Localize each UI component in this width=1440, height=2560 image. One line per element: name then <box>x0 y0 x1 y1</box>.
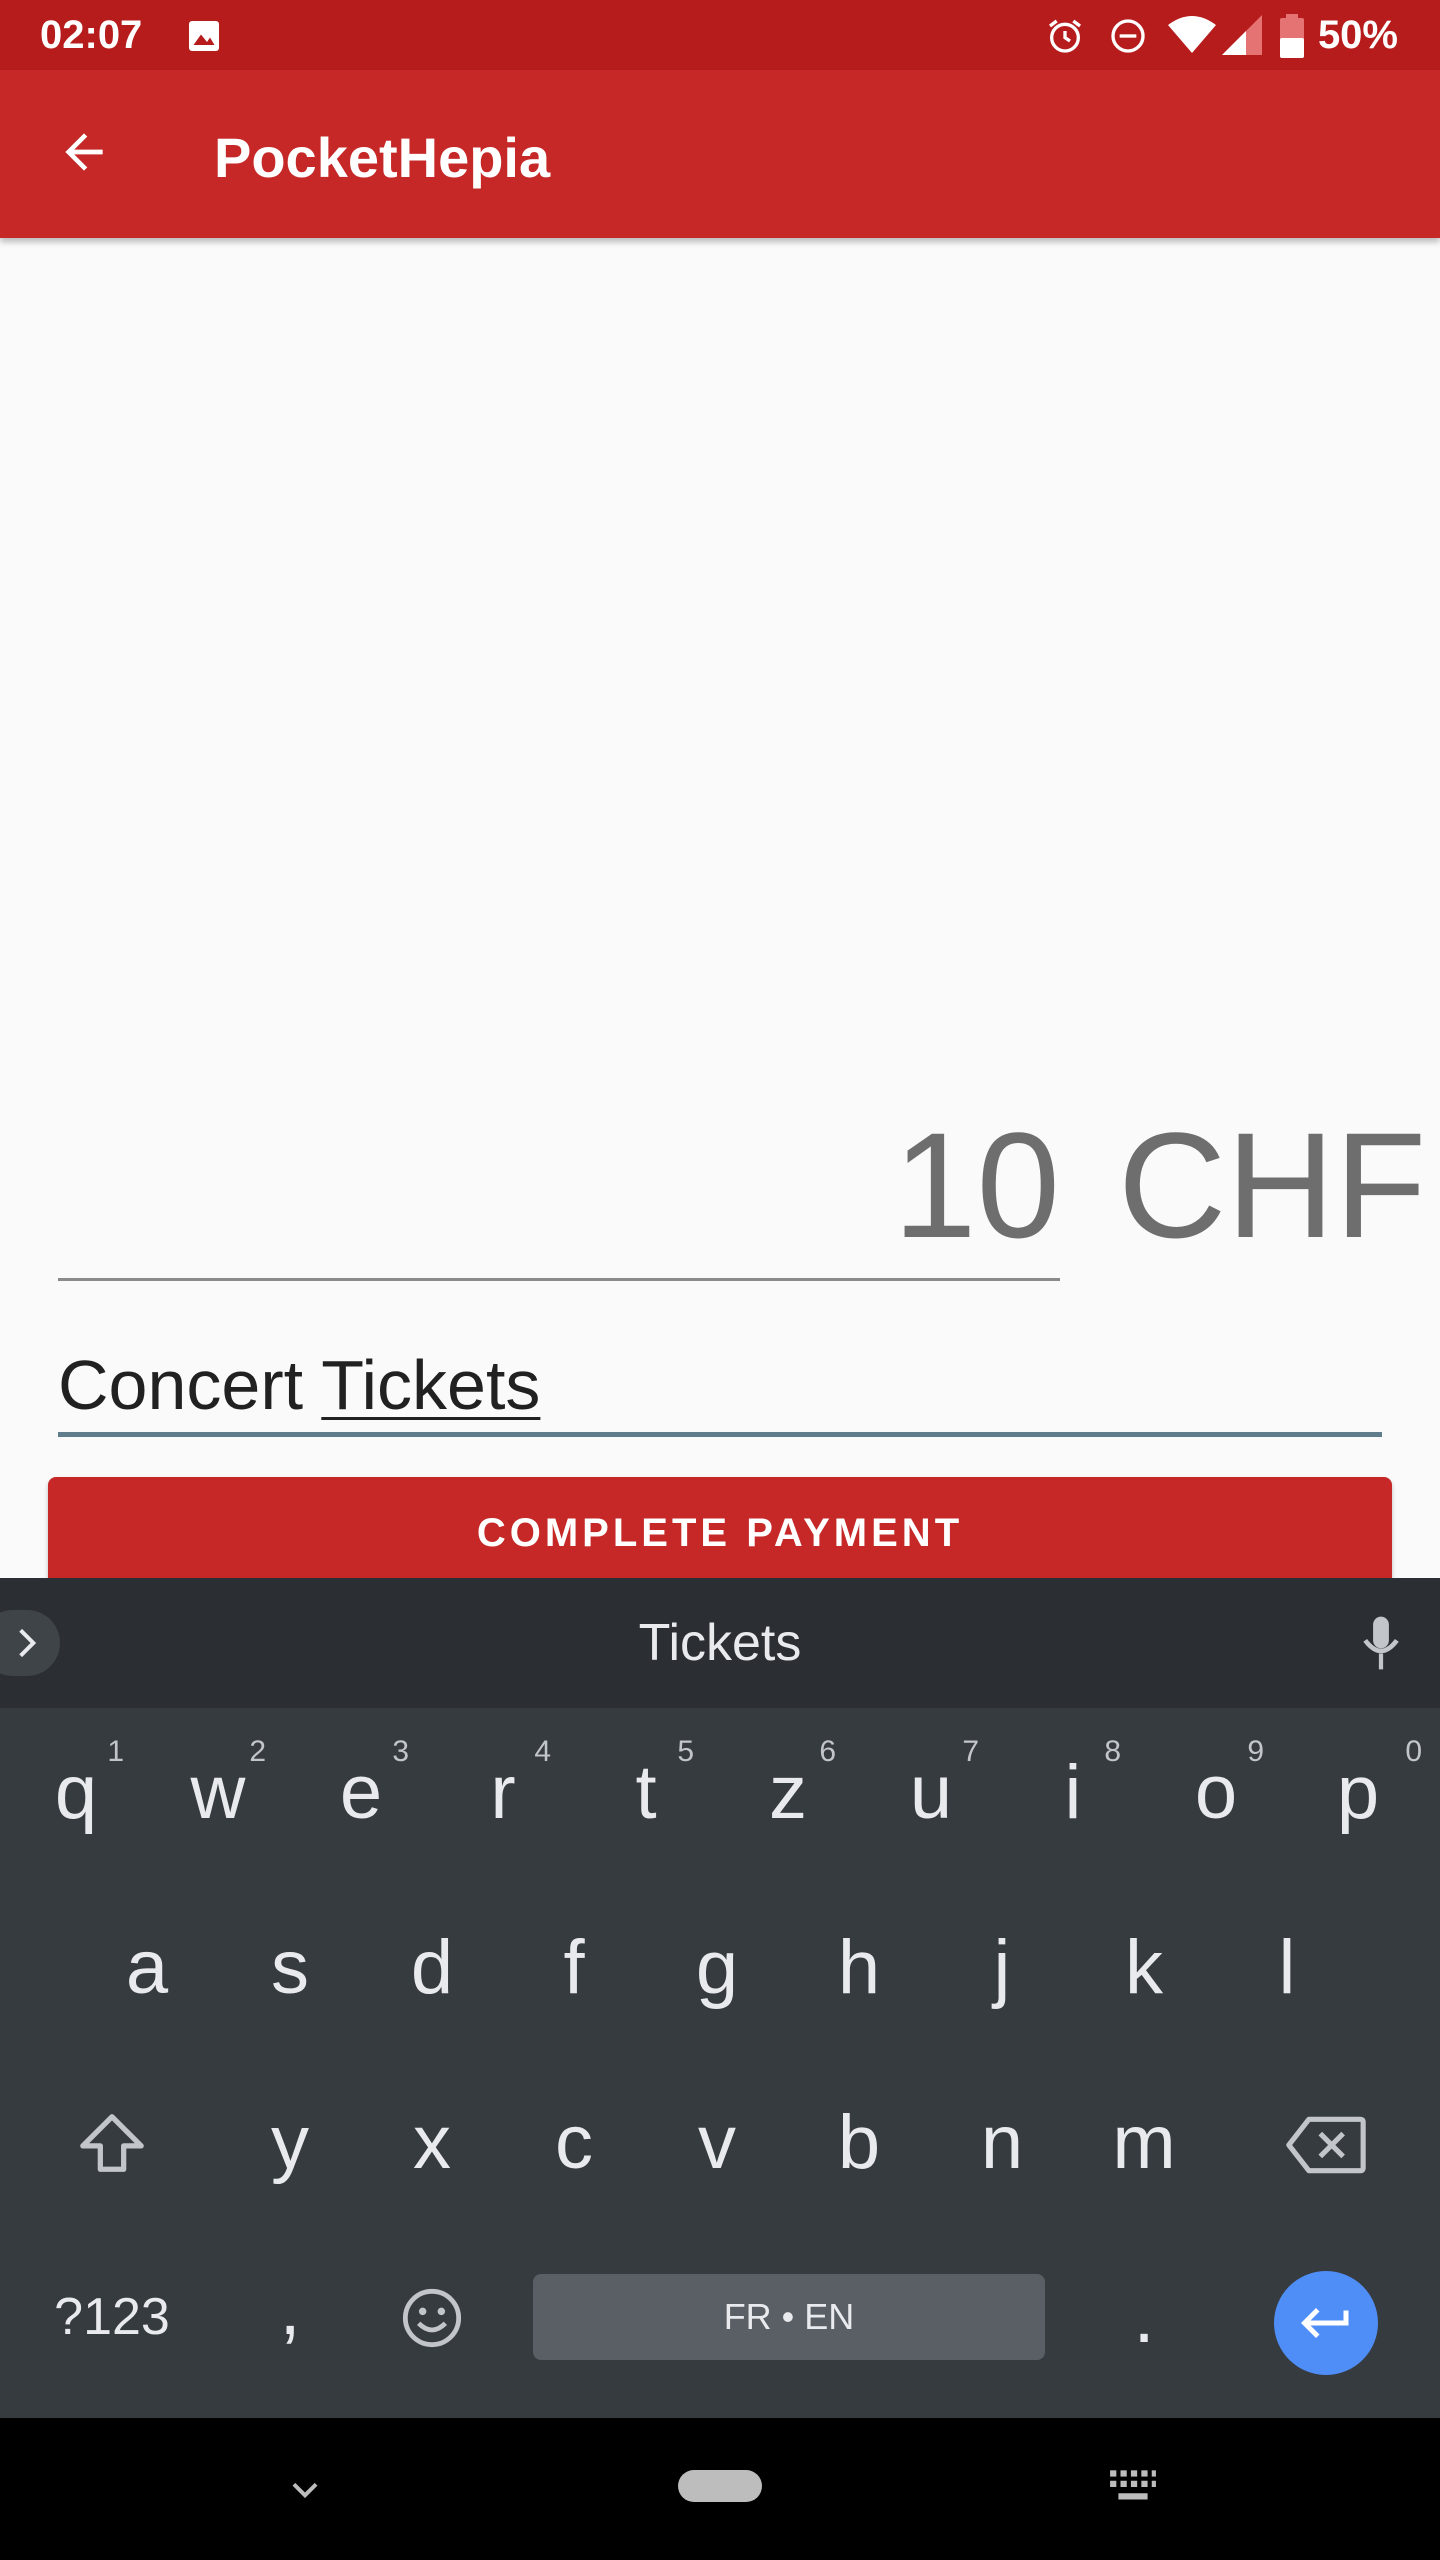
wifi-icon <box>1168 16 1216 53</box>
navigation-bar <box>0 2418 1440 2560</box>
suggestion-bar: Tickets <box>0 1578 1440 1708</box>
key-p[interactable]: p0 <box>1288 1735 1428 1848</box>
app-title: PocketHepia <box>214 126 551 189</box>
key-hint: 9 <box>1247 1735 1264 1768</box>
key-label: t <box>635 1750 657 1835</box>
comma-key[interactable]: , <box>220 2254 360 2364</box>
key-d[interactable]: d <box>362 1913 502 2023</box>
key-z[interactable]: z6 <box>718 1735 858 1848</box>
space-key[interactable]: FR • EN <box>533 2274 1045 2360</box>
key-y[interactable]: y <box>220 2088 360 2198</box>
signal-icon <box>1222 15 1262 55</box>
key-label: q <box>54 1750 98 1835</box>
microphone-icon[interactable] <box>1358 1614 1404 1672</box>
key-label: o <box>1194 1750 1238 1835</box>
key-hint: 1 <box>107 1735 124 1768</box>
status-time: 02:07 <box>40 13 143 57</box>
key-hint: 0 <box>1405 1735 1422 1768</box>
emoji-key[interactable] <box>362 2262 502 2372</box>
description-input[interactable]: Concert Tickets <box>58 1345 540 1425</box>
soft-keyboard: Tickets q1 w2 e3 r4 t5 z6 u7 i8 o9 p0 a … <box>0 1578 1440 2418</box>
key-label: p <box>1336 1750 1380 1835</box>
key-hint: 7 <box>962 1735 979 1768</box>
key-label: w <box>190 1750 246 1835</box>
amount-underline <box>58 1278 1060 1281</box>
status-bar: 02:07 50% <box>0 0 1440 70</box>
amount-input[interactable]: 10 <box>560 1100 1060 1270</box>
key-l[interactable]: l <box>1217 1913 1357 2023</box>
key-hint: 5 <box>677 1735 694 1768</box>
home-pill[interactable] <box>678 2470 762 2502</box>
enter-icon <box>1301 2308 1349 2338</box>
key-label: u <box>909 1750 953 1835</box>
arrow-back-icon[interactable] <box>56 124 112 180</box>
key-v[interactable]: v <box>647 2088 787 2198</box>
app-bar: PocketHepia <box>0 70 1440 238</box>
key-hint: 3 <box>392 1735 409 1768</box>
shift-icon <box>80 2114 144 2172</box>
image-icon <box>189 21 219 51</box>
backspace-icon <box>1286 2116 1366 2174</box>
chevron-down-icon[interactable] <box>286 2470 324 2508</box>
currency-label: CHF <box>1118 1101 1427 1269</box>
key-f[interactable]: f <box>504 1913 644 2023</box>
description-composing-word: Tickets <box>321 1346 541 1424</box>
key-label: i <box>1064 1750 1082 1835</box>
emoji-icon <box>402 2288 462 2348</box>
keyboard-switch-icon[interactable] <box>1108 2466 1158 2508</box>
key-o[interactable]: o9 <box>1146 1735 1286 1848</box>
description-text: Concert <box>58 1346 322 1424</box>
key-h[interactable]: h <box>789 1913 929 2023</box>
enter-key[interactable] <box>1274 2271 1378 2375</box>
key-m[interactable]: m <box>1074 2088 1214 2198</box>
key-c[interactable]: c <box>504 2088 644 2198</box>
key-q[interactable]: q1 <box>6 1735 146 1848</box>
do-not-disturb-icon <box>1111 19 1145 53</box>
suggestion-word[interactable]: Tickets <box>0 1578 1440 1708</box>
key-hint: 8 <box>1104 1735 1121 1768</box>
key-label: z <box>769 1750 807 1835</box>
key-k[interactable]: k <box>1074 1913 1214 2023</box>
key-x[interactable]: x <box>362 2088 502 2198</box>
key-g[interactable]: g <box>647 1913 787 2023</box>
key-hint: 4 <box>534 1735 551 1768</box>
key-j[interactable]: j <box>932 1913 1072 2023</box>
key-t[interactable]: t5 <box>576 1735 716 1848</box>
key-label: r <box>490 1750 516 1835</box>
backspace-key[interactable] <box>1256 2088 1396 2198</box>
alarm-icon <box>1049 19 1081 53</box>
key-s[interactable]: s <box>220 1913 360 2023</box>
key-b[interactable]: b <box>789 2088 929 2198</box>
key-label: e <box>339 1750 383 1835</box>
key-hint: 2 <box>249 1735 266 1768</box>
battery-icon <box>1280 14 1304 58</box>
key-w[interactable]: w2 <box>148 1735 288 1848</box>
key-a[interactable]: a <box>77 1913 217 2023</box>
key-e[interactable]: e3 <box>291 1735 431 1848</box>
key-u[interactable]: u7 <box>861 1735 1001 1848</box>
key-hint: 6 <box>819 1735 836 1768</box>
description-underline <box>58 1432 1382 1437</box>
period-key[interactable]: . <box>1074 2262 1214 2372</box>
key-n[interactable]: n <box>932 2088 1072 2198</box>
key-r[interactable]: r4 <box>433 1735 573 1848</box>
battery-percent: 50% <box>1317 13 1398 57</box>
key-i[interactable]: i8 <box>1003 1735 1143 1848</box>
symbols-key[interactable]: ?123 <box>42 2262 182 2372</box>
shift-key[interactable] <box>42 2088 182 2198</box>
